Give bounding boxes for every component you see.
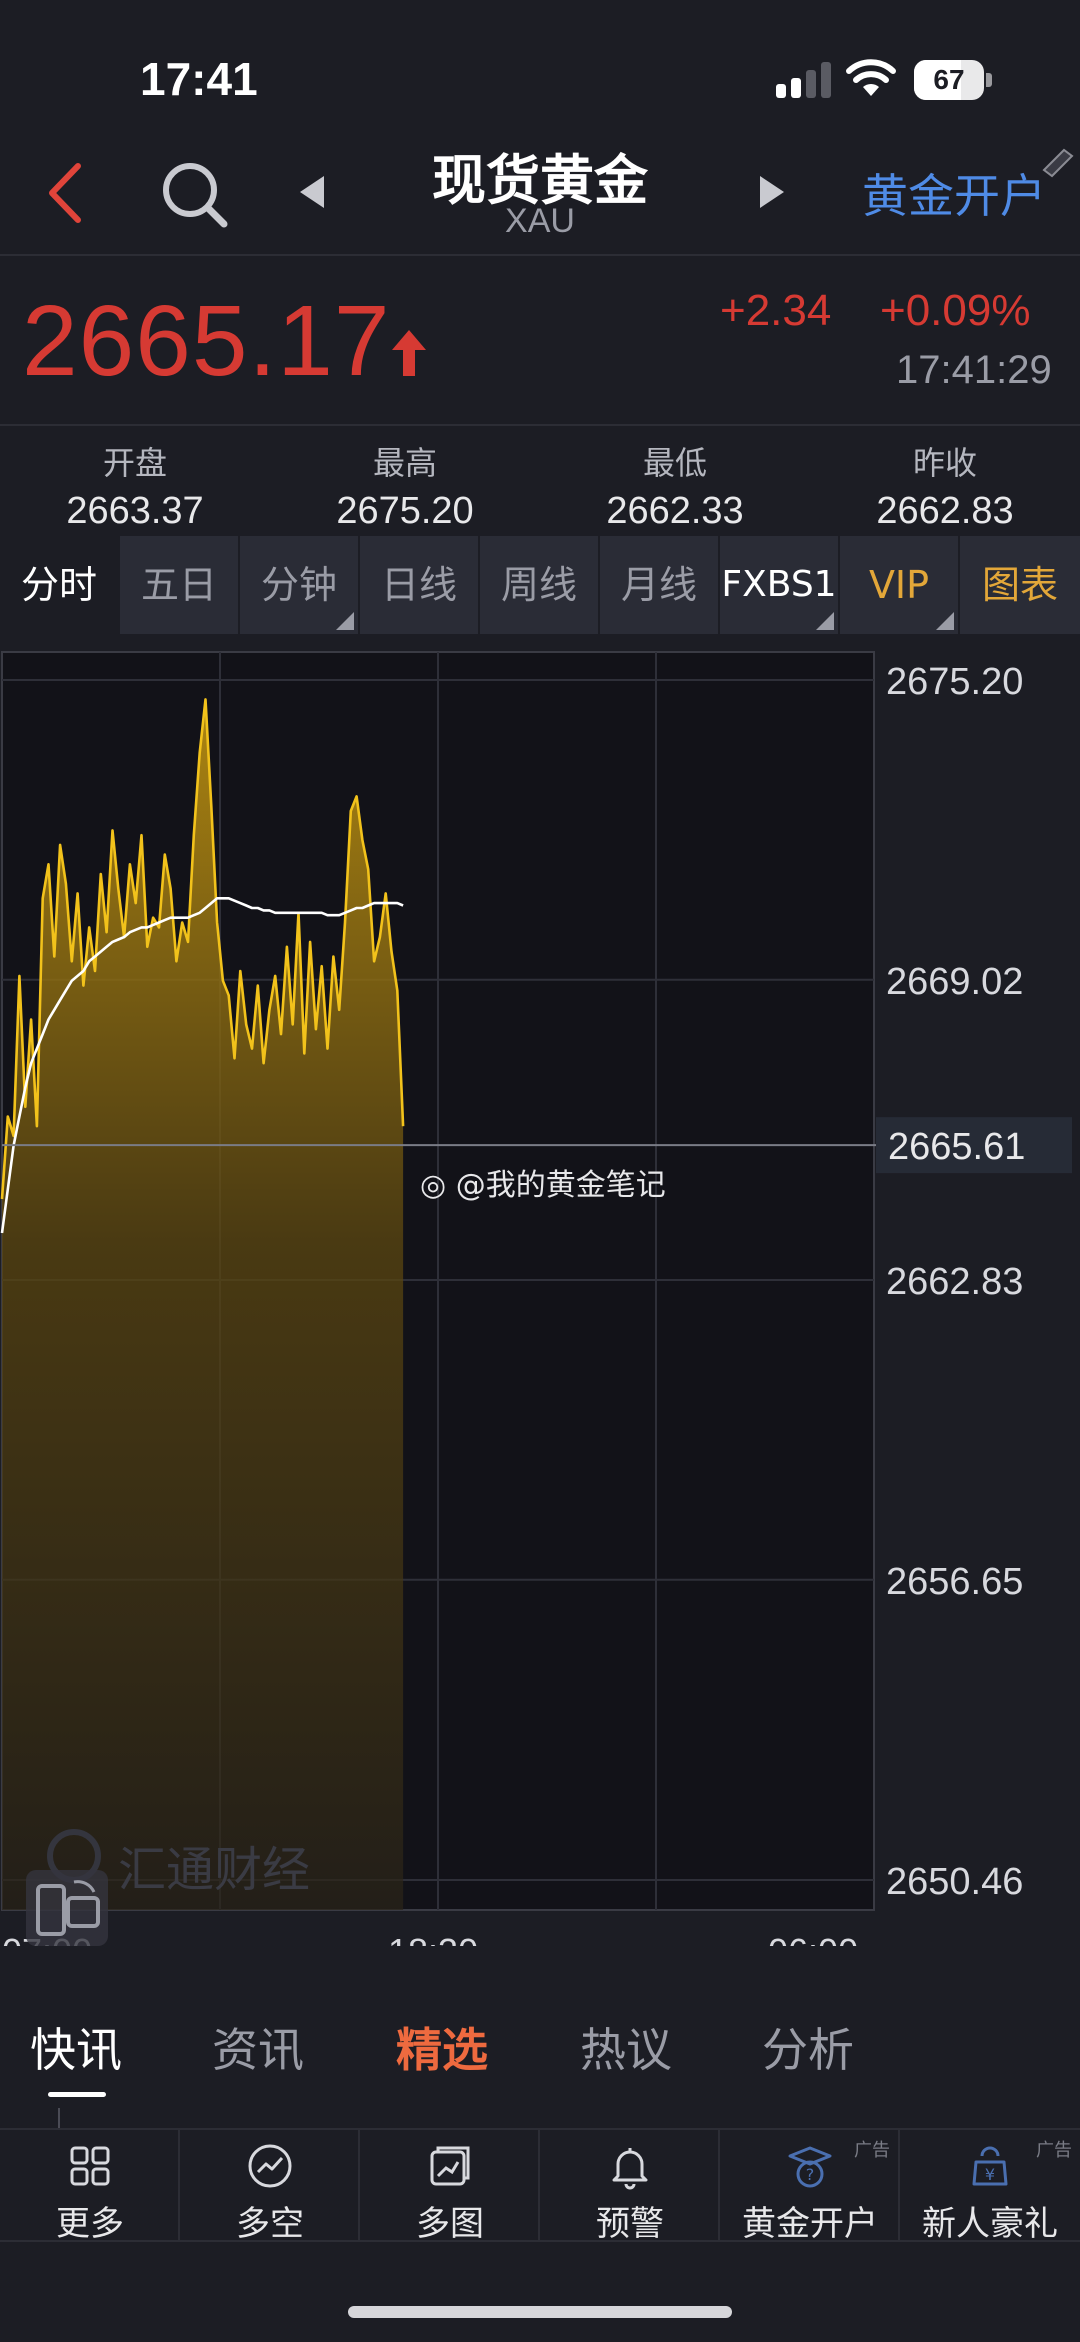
tool-label: 黄金开户 bbox=[742, 2204, 878, 2244]
tab-chart[interactable]: 图表 bbox=[960, 536, 1080, 634]
y-tick-label: 2669.02 bbox=[886, 961, 1023, 1003]
tab-vip[interactable]: VIP bbox=[840, 536, 960, 634]
long-short-button[interactable]: 多空 bbox=[180, 2130, 360, 2244]
more-button[interactable]: 更多 bbox=[0, 2130, 180, 2244]
stat-high: 最高 2675.20 bbox=[270, 438, 540, 533]
gift-icon: ¥ bbox=[972, 2146, 1008, 2186]
bottom-toolbar: 更多 多空 多图 预警 广告 ? 黄金开户 广告 ¥ 新人豪礼 bbox=[0, 2128, 1080, 2244]
stat-low: 最低 2662.33 bbox=[540, 438, 810, 533]
quote-panel: 2665.17 +2.34 +0.09% 17:41:29 bbox=[0, 258, 1080, 426]
multi-chart-button[interactable]: 多图 bbox=[360, 2130, 540, 2244]
x-tick-label: 06:00 bbox=[768, 1931, 858, 1946]
dropdown-corner-icon bbox=[336, 612, 354, 630]
prev-symbol-icon[interactable] bbox=[296, 174, 328, 210]
multi-chart-icon bbox=[430, 2146, 470, 2186]
back-arrow-icon[interactable] bbox=[40, 160, 90, 226]
ad-tag: 广告 bbox=[1036, 2140, 1072, 2161]
stat-value: 2662.33 bbox=[606, 490, 744, 532]
period-tabs: 分时 五日 分钟 日线 周线 月线 FXBS1 VIP 图表 bbox=[0, 536, 1080, 634]
stat-value: 2662.83 bbox=[876, 490, 1014, 532]
divider bbox=[58, 2108, 60, 2128]
tab-monthly[interactable]: 月线 bbox=[600, 536, 720, 634]
intraday-chart[interactable]: 2675.20 2669.02 2662.83 2656.65 2650.46 … bbox=[0, 650, 1080, 1946]
tab-label: FXBS1 bbox=[721, 564, 837, 605]
quote-time: 17:41:29 bbox=[896, 348, 1052, 392]
wifi-icon bbox=[846, 59, 896, 96]
y-tick-label: 2662.83 bbox=[886, 1261, 1023, 1303]
x-tick-label: 18:30 bbox=[388, 1931, 478, 1946]
new-user-gift-button[interactable]: 广告 ¥ 新人豪礼 bbox=[900, 2130, 1080, 2244]
tab-daily[interactable]: 日线 bbox=[360, 536, 480, 634]
tab-featured[interactable]: 精选 bbox=[396, 2014, 488, 2080]
battery-percent: 67 bbox=[933, 64, 965, 95]
up-arrow-icon bbox=[392, 330, 426, 376]
rotate-screen-icon[interactable] bbox=[24, 1868, 110, 1948]
svg-text:?: ? bbox=[806, 2165, 815, 2184]
tool-label: 更多 bbox=[56, 2204, 124, 2244]
dropdown-corner-icon bbox=[936, 612, 954, 630]
watermark-text: @我的黄金笔记 bbox=[455, 1168, 666, 1203]
ribbon-badge-icon bbox=[1042, 148, 1074, 178]
stat-label: 昨收 bbox=[912, 444, 977, 482]
alert-button[interactable]: 预警 bbox=[540, 2130, 720, 2244]
tab-analysis[interactable]: 分析 bbox=[762, 2014, 854, 2080]
stat-value: 2675.20 bbox=[336, 490, 474, 532]
status-bar: 17:41 67 bbox=[0, 0, 1080, 130]
y-tick-label: 2675.20 bbox=[886, 661, 1023, 703]
current-price-label: 2665.61 bbox=[888, 1126, 1025, 1168]
open-account-link[interactable]: 黄金开户 bbox=[862, 160, 1046, 226]
symbol-code: XAU bbox=[505, 202, 575, 240]
trend-icon bbox=[248, 2144, 292, 2188]
account-icon: ? bbox=[788, 2146, 832, 2188]
tool-label: 多空 bbox=[236, 2204, 304, 2244]
tab-weekly[interactable]: 周线 bbox=[480, 536, 600, 634]
stat-prev-close: 昨收 2662.83 bbox=[810, 438, 1080, 533]
gold-account-button[interactable]: 广告 ? 黄金开户 bbox=[720, 2130, 900, 2244]
weibo-watermark: ◎ @我的黄金笔记 bbox=[420, 1160, 666, 1204]
tab-intraday[interactable]: 分时 bbox=[0, 536, 120, 634]
grid-icon bbox=[70, 2146, 110, 2186]
tool-label: 预警 bbox=[596, 2204, 664, 2244]
tab-news[interactable]: 资讯 bbox=[212, 2014, 304, 2080]
tool-label: 多图 bbox=[416, 2204, 484, 2244]
stat-label: 最高 bbox=[372, 444, 437, 482]
current-price: 2665.17 bbox=[22, 285, 391, 397]
tab-label: VIP bbox=[868, 563, 930, 607]
tab-flash-news[interactable]: 快讯 bbox=[30, 2014, 122, 2080]
section-tabs: 快讯 资讯 精选 热议 分析 bbox=[0, 1988, 1080, 2128]
stat-open: 开盘 2663.37 bbox=[0, 438, 270, 533]
nav-header: 现货黄金 XAU 黄金开户 bbox=[0, 130, 1080, 256]
search-icon[interactable] bbox=[160, 160, 230, 230]
y-tick-label: 2650.46 bbox=[886, 1861, 1023, 1903]
status-time: 17:41 bbox=[140, 53, 258, 105]
next-symbol-icon[interactable] bbox=[756, 174, 788, 210]
dropdown-corner-icon bbox=[816, 612, 834, 630]
cellular-signal-icon bbox=[776, 62, 831, 98]
battery-icon: 67 bbox=[914, 60, 992, 100]
tab-fxbs1[interactable]: FXBS1 bbox=[720, 536, 840, 634]
price-change-percent: +0.09% bbox=[880, 286, 1031, 335]
stat-label: 开盘 bbox=[102, 444, 167, 482]
y-tick-label: 2656.65 bbox=[886, 1561, 1023, 1603]
ad-tag: 广告 bbox=[854, 2140, 890, 2161]
stat-label: 最低 bbox=[642, 444, 707, 482]
tab-label: 分钟 bbox=[260, 563, 337, 607]
bell-icon bbox=[612, 2148, 648, 2190]
stat-value: 2663.37 bbox=[66, 490, 204, 532]
stats-row: 开盘 2663.37 最高 2675.20 最低 2662.33 昨收 2662… bbox=[0, 428, 1080, 534]
tab-minute[interactable]: 分钟 bbox=[240, 536, 360, 634]
active-tab-underline bbox=[48, 2092, 106, 2097]
y-axis-labels: 2675.20 2669.02 2662.83 2656.65 2650.46 bbox=[886, 661, 1023, 1903]
home-indicator[interactable] bbox=[348, 2306, 732, 2318]
svg-text:¥: ¥ bbox=[985, 2165, 995, 2184]
tab-five-day[interactable]: 五日 bbox=[120, 536, 240, 634]
tool-label: 新人豪礼 bbox=[922, 2204, 1058, 2244]
price-change: +2.34 bbox=[720, 286, 832, 335]
tab-hot-topics[interactable]: 热议 bbox=[580, 2014, 672, 2080]
chart-svg: 2675.20 2669.02 2662.83 2656.65 2650.46 … bbox=[0, 651, 1072, 1946]
brand-watermark: 汇通财经 bbox=[118, 1842, 311, 1898]
weibo-icon: ◎ bbox=[420, 1168, 447, 1203]
